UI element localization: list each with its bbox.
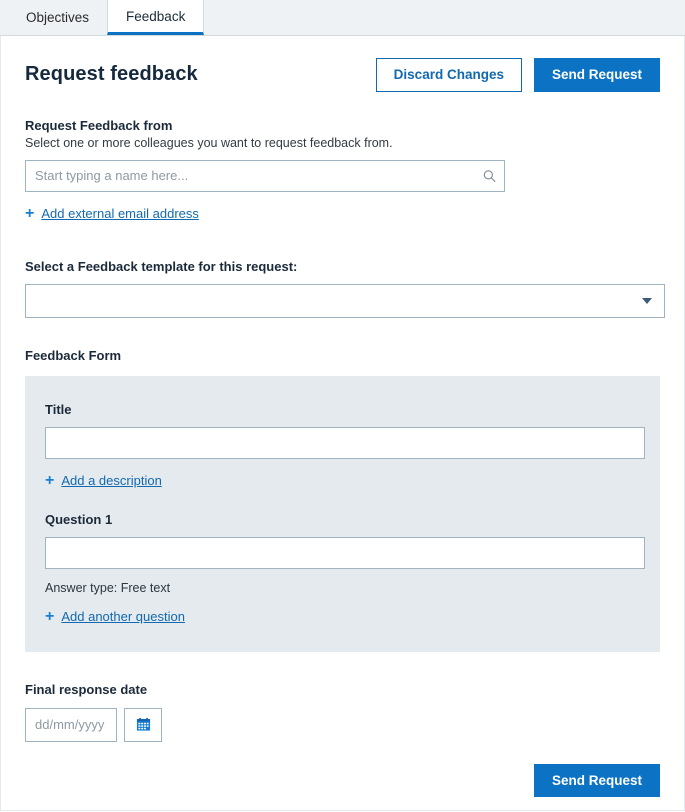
page-title: Request feedback bbox=[25, 63, 198, 86]
add-another-question-link[interactable]: + Add another question bbox=[45, 607, 185, 625]
tab-objectives[interactable]: Objectives bbox=[8, 0, 107, 35]
add-external-email-label: Add external email address bbox=[41, 206, 199, 221]
request-from-help: Select one or more colleagues you want t… bbox=[25, 135, 393, 150]
panel-spacer bbox=[45, 490, 640, 512]
calendar-icon bbox=[136, 717, 150, 731]
template-select-wrap[interactable] bbox=[25, 283, 665, 318]
question-1-input[interactable] bbox=[45, 536, 645, 569]
answer-type-text: Answer type: Free text bbox=[45, 580, 171, 595]
name-search-wrap bbox=[25, 159, 505, 192]
template-label: Select a Feedback template for this requ… bbox=[25, 258, 298, 274]
footer-actions: Send Request bbox=[25, 763, 660, 797]
feedback-form-panel: Title + Add a description Question 1 Ans… bbox=[25, 375, 660, 652]
discard-changes-button[interactable]: Discard Changes bbox=[375, 58, 522, 92]
add-external-email-link[interactable]: + Add external email address bbox=[25, 204, 199, 222]
chevron-down-icon bbox=[642, 297, 652, 304]
plus-icon: + bbox=[45, 471, 55, 489]
calendar-picker-button[interactable] bbox=[124, 707, 162, 742]
tab-feedback-label: Feedback bbox=[126, 8, 186, 24]
add-another-question-label: Add another question bbox=[61, 609, 185, 624]
template-select[interactable] bbox=[25, 283, 665, 318]
plus-icon: + bbox=[45, 607, 55, 625]
plus-icon: + bbox=[25, 204, 35, 222]
tab-objectives-label: Objectives bbox=[26, 10, 90, 25]
add-description-label: Add a description bbox=[61, 473, 162, 488]
send-request-button-bottom[interactable]: Send Request bbox=[533, 763, 660, 797]
final-date-input[interactable] bbox=[25, 707, 117, 742]
final-date-label: Final response date bbox=[25, 681, 148, 697]
feedback-form-label: Feedback Form bbox=[25, 347, 122, 363]
page-card: Request feedback Discard Changes Send Re… bbox=[0, 36, 685, 811]
tab-bar: Objectives Feedback bbox=[0, 0, 685, 36]
title-input[interactable] bbox=[45, 426, 645, 459]
question-1-label: Question 1 bbox=[45, 511, 113, 527]
tab-feedback[interactable]: Feedback bbox=[107, 0, 205, 35]
request-from-section: Request Feedback from Select one or more… bbox=[25, 118, 660, 223]
final-date-row bbox=[25, 707, 660, 742]
template-section: Select a Feedback template for this requ… bbox=[25, 258, 665, 318]
feedback-form-section: Feedback Form Title + Add a description … bbox=[25, 348, 660, 652]
header-actions: Discard Changes Send Request bbox=[375, 58, 660, 92]
page-header: Request feedback Discard Changes Send Re… bbox=[25, 36, 660, 92]
request-from-label: Request Feedback from bbox=[25, 117, 173, 133]
send-request-button-top[interactable]: Send Request bbox=[533, 58, 660, 92]
add-description-link[interactable]: + Add a description bbox=[45, 471, 162, 489]
name-search-input[interactable] bbox=[25, 159, 505, 192]
title-label: Title bbox=[45, 401, 72, 417]
final-date-section: Final response date bbox=[25, 682, 660, 742]
